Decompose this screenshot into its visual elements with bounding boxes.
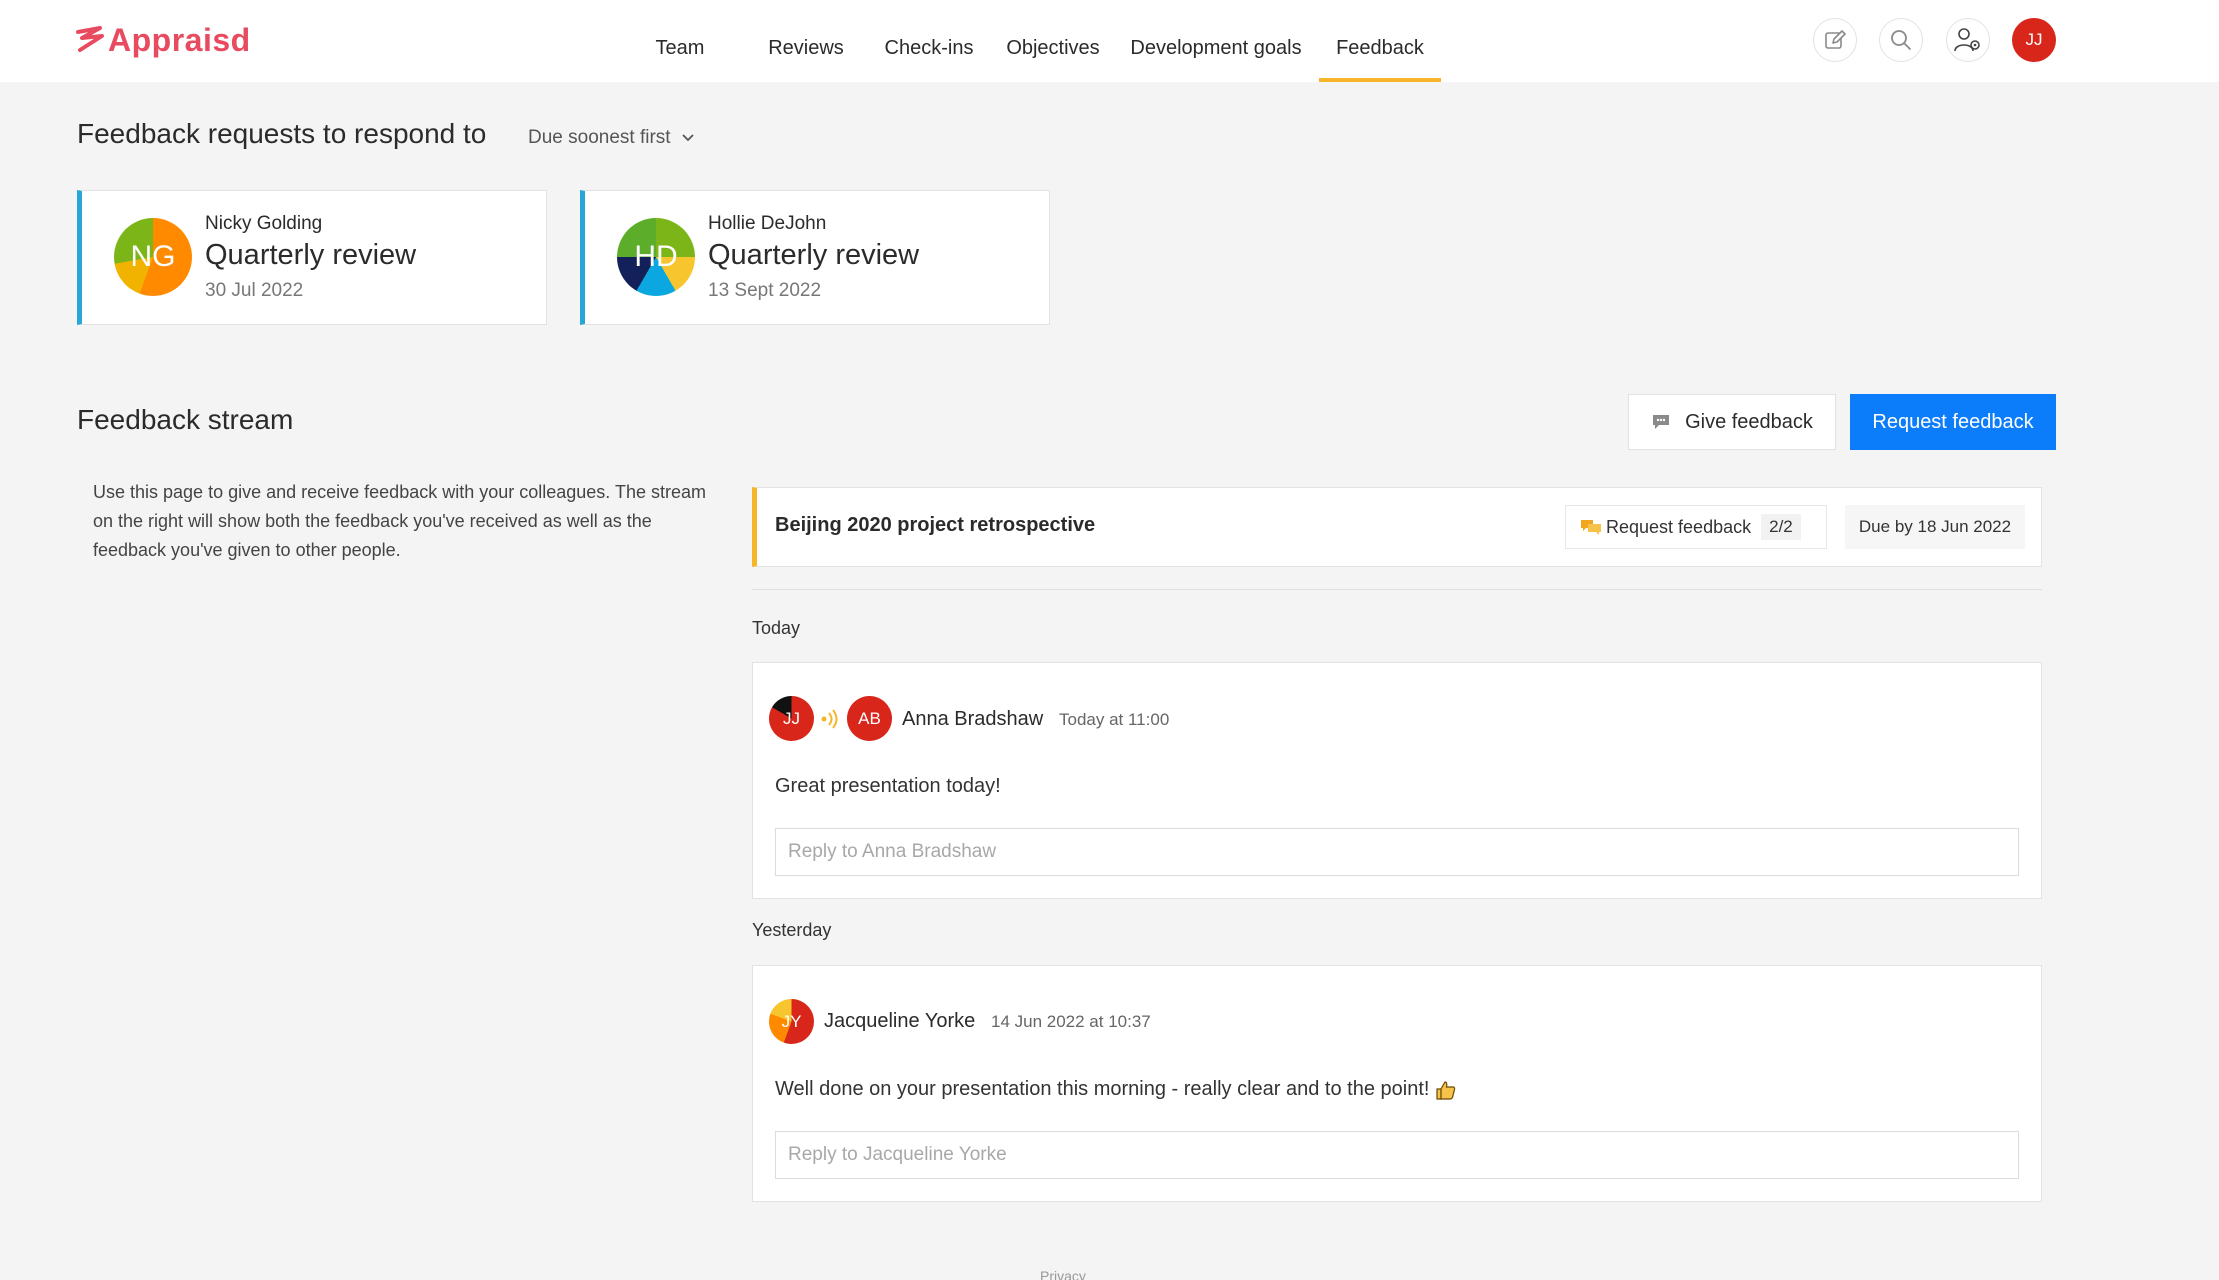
user-settings-icon bbox=[1954, 28, 1980, 52]
chevron-down-icon bbox=[681, 134, 694, 142]
give-feedback-label: Give feedback bbox=[1685, 410, 1813, 433]
send-arrow-icon bbox=[821, 709, 838, 729]
request-title: Quarterly review bbox=[205, 239, 417, 271]
search-icon bbox=[1891, 30, 1911, 50]
avatar-initials: AB bbox=[858, 708, 881, 728]
search-button[interactable] bbox=[1879, 18, 1923, 62]
author-name[interactable]: Anna Bradshaw bbox=[902, 708, 1043, 731]
thumbs-up-icon bbox=[1436, 1080, 1456, 1100]
request-card[interactable]: NG Nicky Golding Quarterly review 30 Jul… bbox=[77, 190, 547, 325]
avatar: HD bbox=[617, 218, 695, 296]
requester-name: Hollie DeJohn bbox=[708, 213, 827, 234]
top-bar: Appraisd Team Reviews Check-ins Objectiv… bbox=[0, 0, 2219, 82]
due-date-badge: Due by 18 Jun 2022 bbox=[1845, 505, 2025, 549]
speech-bubble-icon bbox=[1653, 415, 1670, 429]
give-feedback-button[interactable]: Give feedback bbox=[1628, 394, 1836, 450]
day-label-today: Today bbox=[752, 618, 801, 638]
logo-mark-icon bbox=[76, 26, 104, 52]
avatar-initials: HD bbox=[634, 240, 678, 273]
edit-button[interactable] bbox=[1813, 18, 1857, 62]
feedback-message-row: Well done on your presentation this morn… bbox=[775, 1078, 1457, 1101]
reply-input[interactable] bbox=[775, 1131, 2019, 1179]
nav-team[interactable]: Team bbox=[640, 0, 720, 82]
project-request-label: Request feedback bbox=[1606, 516, 1752, 537]
request-feedback-button[interactable]: Request feedback bbox=[1850, 394, 2056, 450]
privacy-link[interactable]: Privacy bbox=[1040, 1268, 1086, 1280]
stream-title: Feedback stream bbox=[77, 404, 294, 435]
recipient-avatar[interactable]: AB bbox=[847, 696, 892, 741]
user-avatar[interactable]: JJ bbox=[2012, 18, 2056, 62]
chat-bubbles-icon bbox=[1581, 520, 1601, 535]
avatar-initials: JJ bbox=[783, 708, 800, 728]
nav-development-goals[interactable]: Development goals bbox=[1122, 0, 1310, 82]
sort-dropdown[interactable]: Due soonest first bbox=[528, 124, 695, 152]
day-label-yesterday: Yesterday bbox=[752, 920, 832, 940]
nav-feedback[interactable]: Feedback bbox=[1319, 0, 1441, 82]
request-date: 13 Sept 2022 bbox=[708, 280, 822, 301]
nav-reviews[interactable]: Reviews bbox=[756, 0, 856, 82]
edit-icon bbox=[1825, 30, 1846, 49]
user-settings-button[interactable] bbox=[1946, 18, 1990, 62]
request-card[interactable]: HD Hollie DeJohn Quarterly review 13 Sep… bbox=[580, 190, 1050, 325]
request-title: Quarterly review bbox=[708, 239, 920, 271]
request-count-badge: 2/2 bbox=[1761, 514, 1801, 540]
sender-avatar[interactable]: JY bbox=[769, 999, 814, 1044]
avatar: NG bbox=[114, 218, 192, 296]
author-name[interactable]: Jacqueline Yorke bbox=[824, 1010, 975, 1033]
feedback-message: Well done on your presentation this morn… bbox=[775, 1078, 1430, 1100]
feedback-message: Great presentation today! bbox=[775, 775, 1001, 797]
requester-name: Nicky Golding bbox=[205, 213, 323, 234]
nav-objectives[interactable]: Objectives bbox=[998, 0, 1108, 82]
divider bbox=[752, 589, 2042, 590]
requests-title: Feedback requests to respond to bbox=[77, 118, 487, 149]
logo-text: Appraisd bbox=[108, 21, 251, 58]
sort-label: Due soonest first bbox=[528, 127, 671, 148]
project-bar[interactable]: Beijing 2020 project retrospective Reque… bbox=[752, 487, 2042, 567]
avatar-initials: JY bbox=[781, 1011, 802, 1031]
avatar-initials: NG bbox=[130, 240, 176, 273]
appraisd-logo[interactable]: Appraisd bbox=[76, 18, 251, 62]
intro-text: Use this page to give and receive feedba… bbox=[93, 482, 707, 560]
nav-check-ins[interactable]: Check-ins bbox=[876, 0, 982, 82]
project-title: Beijing 2020 project retrospective bbox=[775, 514, 1096, 536]
timestamp: 14 Jun 2022 at 10:37 bbox=[991, 1012, 1151, 1031]
feedback-item: JJ AB Anna Bradshaw Today at 11:00 Great… bbox=[752, 662, 2042, 899]
reply-input[interactable] bbox=[775, 828, 2019, 876]
feedback-item: JY Jacqueline Yorke 14 Jun 2022 at 10:37… bbox=[752, 965, 2042, 1202]
request-date: 30 Jul 2022 bbox=[205, 280, 304, 301]
project-request-feedback-button[interactable]: Request feedback 2/2 bbox=[1565, 505, 1827, 549]
sender-avatar[interactable]: JJ bbox=[769, 696, 814, 741]
timestamp: Today at 11:00 bbox=[1059, 710, 1170, 729]
